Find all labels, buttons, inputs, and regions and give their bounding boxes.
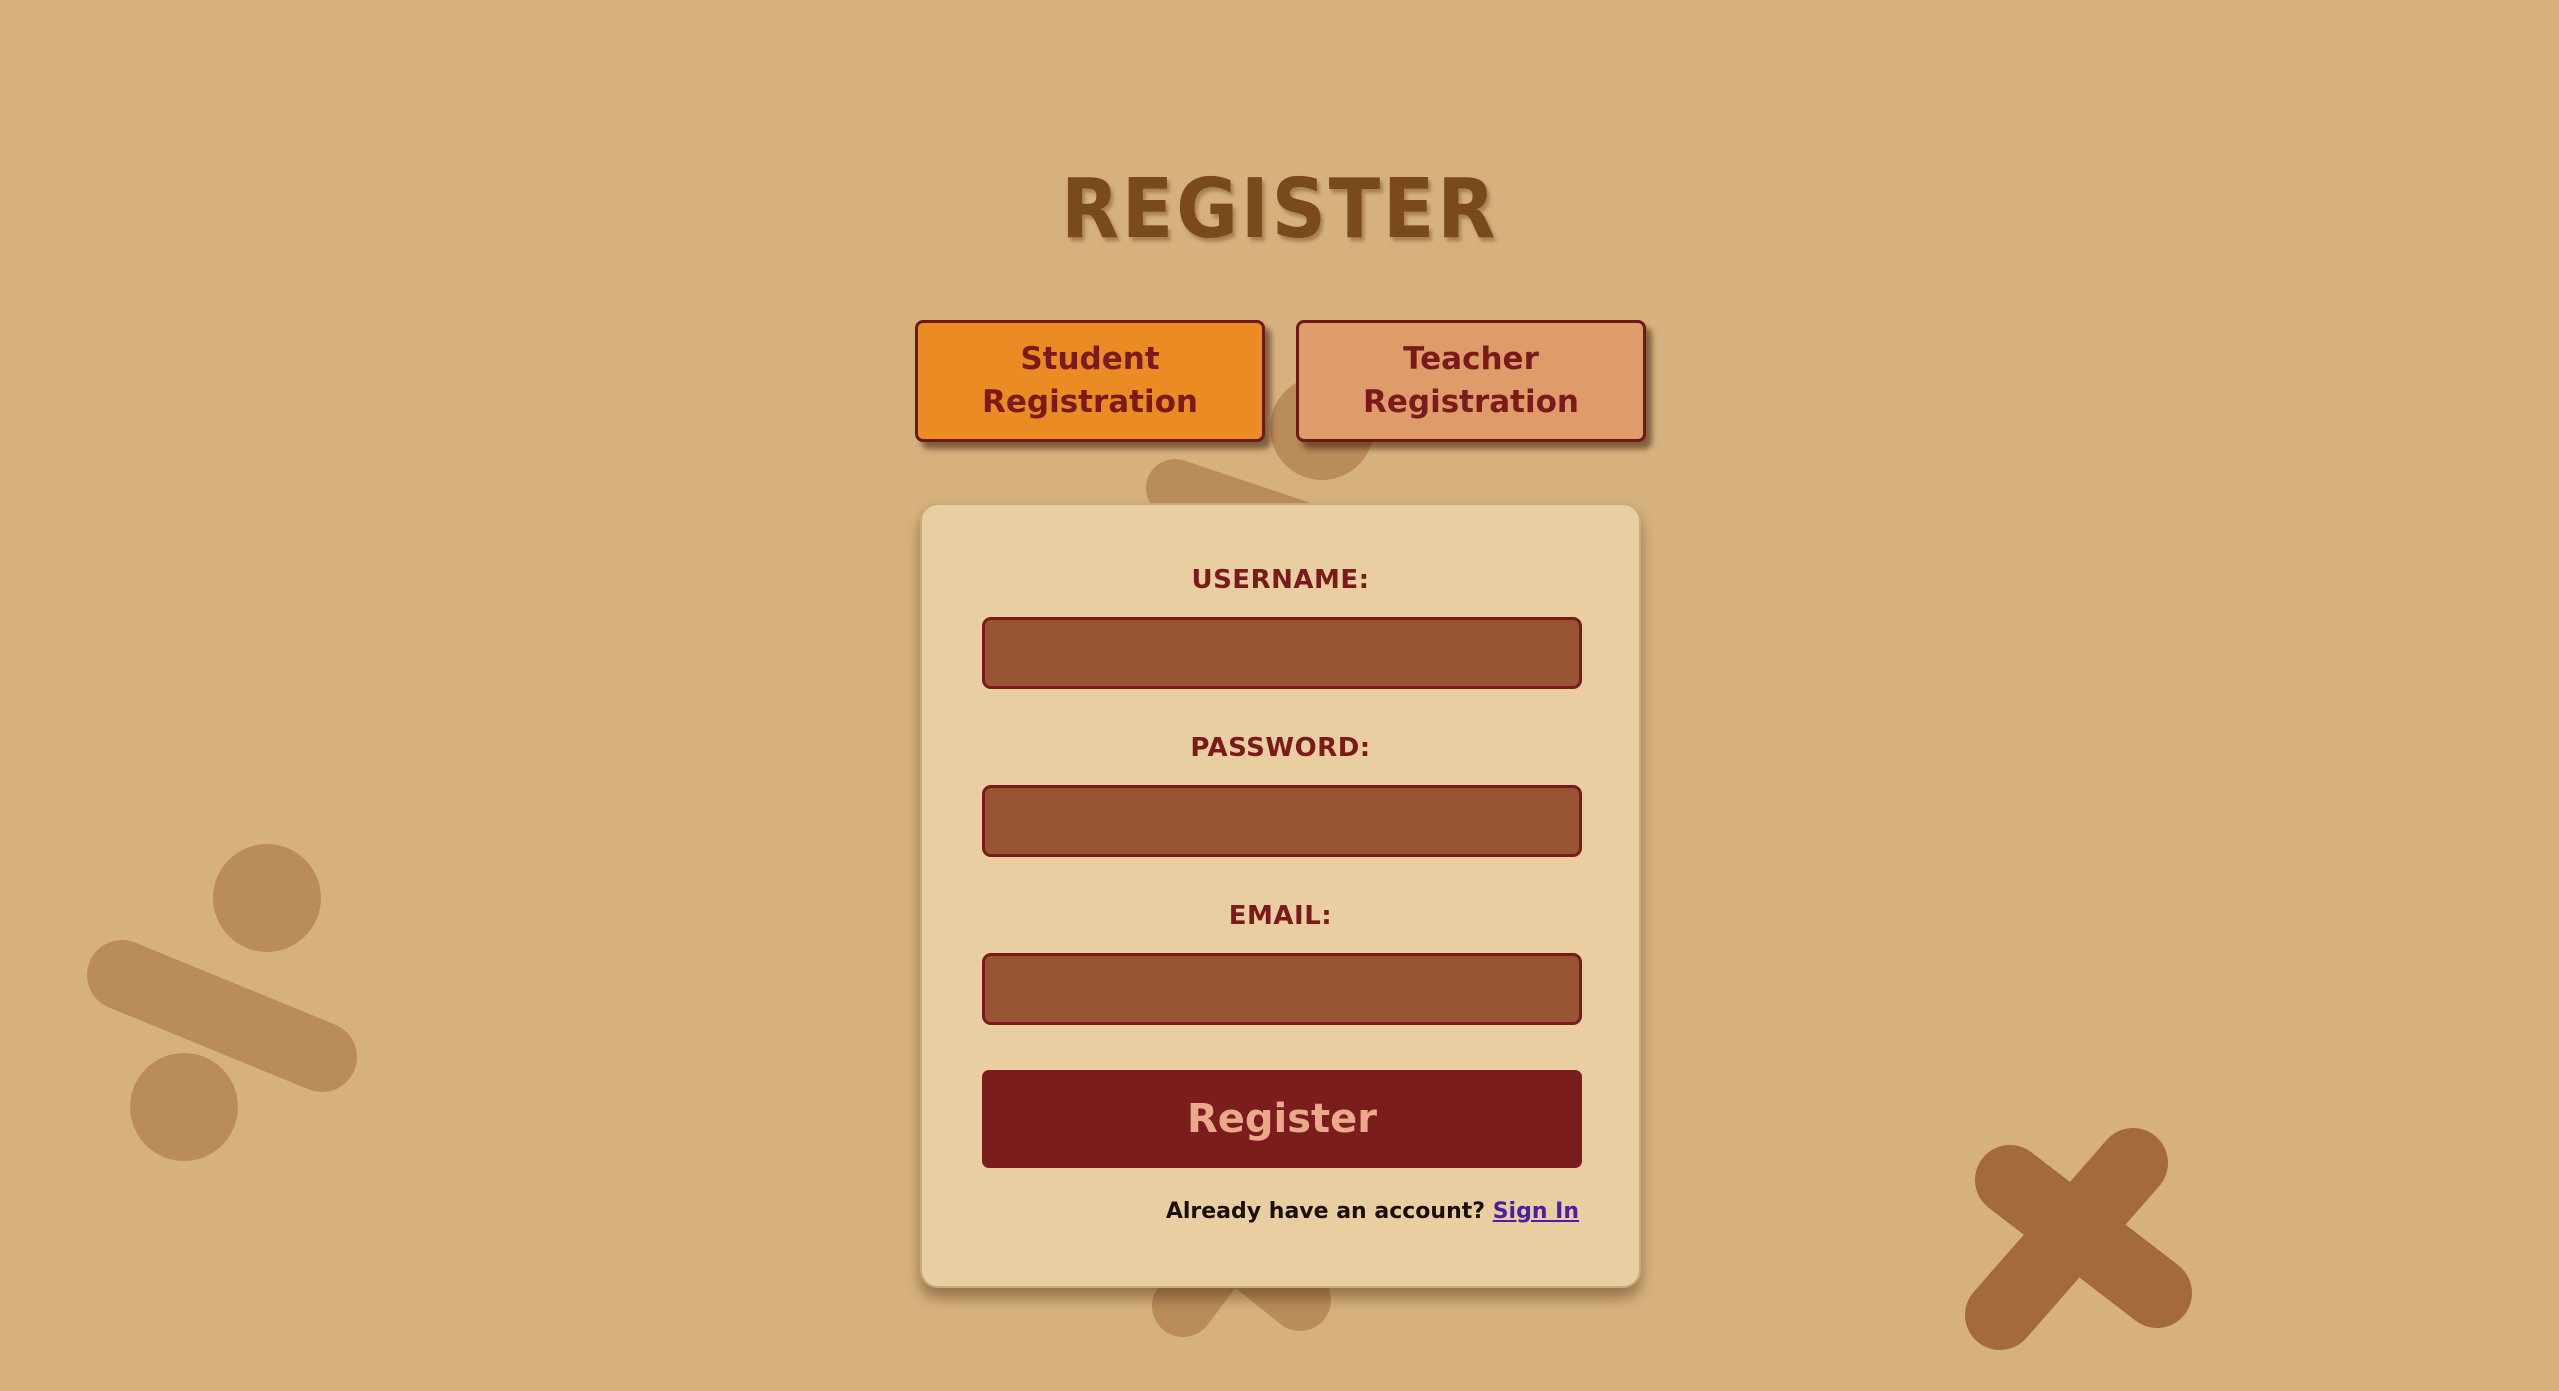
signin-link[interactable]: Sign In <box>1493 1199 1579 1224</box>
signin-prompt-row: Already have an account? Sign In <box>1166 1199 1579 1224</box>
tab-teacher-registration[interactable]: Teacher Registration <box>1296 320 1646 442</box>
email-label: EMAIL: <box>1228 901 1333 931</box>
page-title: REGISTER <box>1060 162 1499 257</box>
username-input[interactable] <box>982 617 1582 689</box>
multiply-icon <box>1965 1128 2192 1350</box>
email-input[interactable] <box>982 953 1582 1025</box>
tab-student-registration[interactable]: Student Registration <box>915 320 1265 442</box>
registration-form: USERNAME: PASSWORD: EMAIL: Register Alre… <box>920 503 1641 1288</box>
username-label: USERNAME: <box>1191 565 1370 595</box>
password-input[interactable] <box>982 785 1582 857</box>
password-label: PASSWORD: <box>1190 733 1371 763</box>
division-icon <box>87 844 357 1161</box>
register-button[interactable]: Register <box>982 1070 1582 1168</box>
signin-prompt-text: Already have an account? <box>1165 1199 1486 1224</box>
